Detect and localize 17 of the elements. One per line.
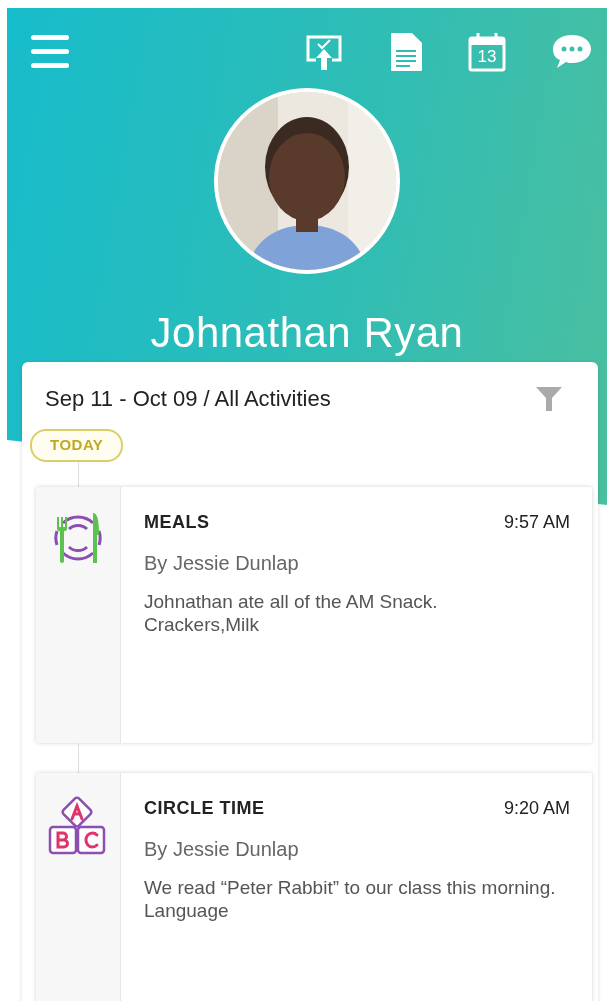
activity-note: Crackers,Milk: [144, 612, 261, 636]
activity-time: 9:20 AM: [503, 796, 570, 820]
child-name: Johnathan Ryan: [149, 308, 465, 358]
activity-note: We read “Peter Rabbit” to our class this morning.: [144, 875, 557, 899]
date-range-label[interactable]: Sep 11 - Oct 09 / All Activities: [45, 382, 331, 415]
today-badge: TODAY: [30, 429, 124, 462]
activity-title: CIRCLE TIME: [144, 796, 265, 820]
activity-time: 9:57 AM: [503, 510, 570, 534]
filter-icon[interactable]: [536, 385, 562, 412]
author-label: By Jessie Dunlap: [144, 550, 300, 576]
activity-note: Johnathan ate all of the AM Snack.: [144, 589, 439, 613]
activity-entry[interactable]: CIRCLE TIME 9:20 AM By Jessie Dunlap We read “Peter Rabbit” to our class this morning. Language: [36, 772, 592, 1001]
activity-note: Language: [144, 898, 230, 922]
document-icon[interactable]: [389, 32, 423, 72]
activity-title: MEALS: [144, 510, 210, 534]
activity-entry[interactable]: MEALS 9:57 AM By Jessie Dunlap Johnathan ate all of the AM Snack. Crackers,Milk: [36, 486, 592, 743]
author-label: By Jessie Dunlap: [144, 836, 300, 862]
